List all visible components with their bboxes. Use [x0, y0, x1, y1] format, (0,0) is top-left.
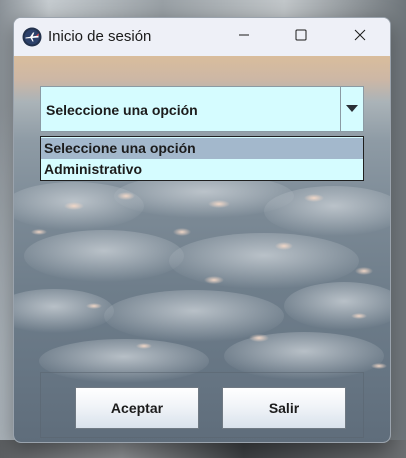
title-bar[interactable]: Inicio de sesión: [14, 18, 390, 56]
exit-button[interactable]: Salir: [222, 387, 346, 429]
close-button[interactable]: [334, 18, 386, 56]
login-window: Inicio de sesión Seleccione una opción S…: [13, 17, 391, 443]
close-icon: [354, 28, 366, 46]
dropdown-option-seleccione[interactable]: Seleccione una opción: [41, 138, 363, 159]
window-title: Inicio de sesión: [48, 28, 152, 45]
accept-button[interactable]: Aceptar: [75, 387, 199, 429]
dropdown-option-administrativo[interactable]: Administrativo: [41, 160, 363, 179]
minimize-icon: [238, 28, 250, 46]
combobox-selected-value: Seleccione una opción: [46, 102, 198, 118]
content-area: Seleccione una opción Seleccione una opc…: [14, 56, 390, 442]
triangle-down-icon: [346, 100, 358, 118]
maximize-button[interactable]: [275, 18, 327, 56]
combobox-arrow-button[interactable]: [340, 87, 363, 131]
maximize-icon: [295, 28, 307, 46]
role-dropdown-list: Seleccione una opción Administrativo: [40, 136, 364, 181]
airplane-app-icon: [22, 27, 42, 47]
minimize-button[interactable]: [218, 18, 270, 56]
role-combobox[interactable]: Seleccione una opción: [40, 86, 364, 132]
